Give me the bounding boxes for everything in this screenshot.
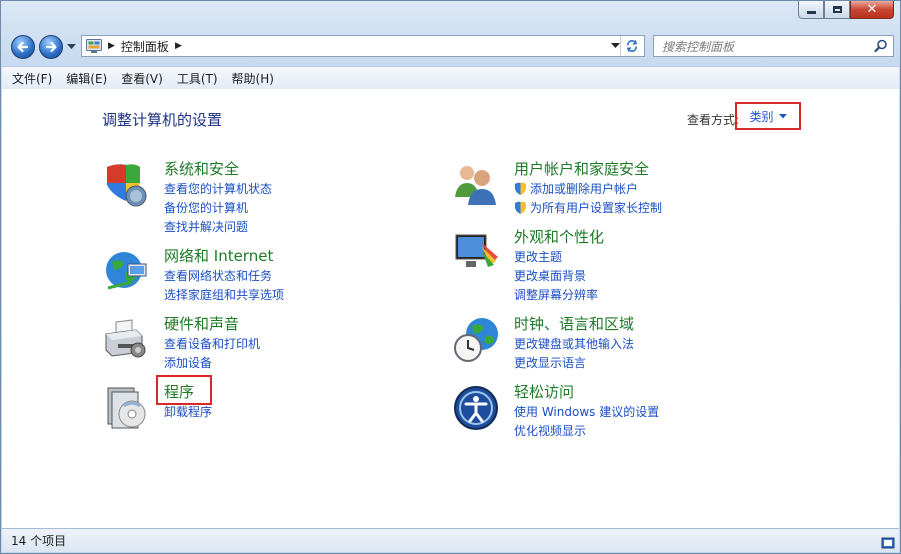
link-backup-computer[interactable]: 备份您的计算机: [164, 199, 272, 218]
refresh-button[interactable]: [620, 36, 643, 56]
users-icon: [455, 166, 496, 205]
category-title-ease-of-access[interactable]: 轻松访问: [514, 381, 574, 402]
recent-pages-dropdown-icon[interactable]: [67, 44, 76, 50]
link-windows-suggested-settings[interactable]: 使用 Windows 建议的设置: [514, 403, 659, 422]
programs-disc-icon: [107, 387, 146, 429]
breadcrumb-control-panel[interactable]: 控制面板: [121, 38, 169, 55]
content-area: 调整计算机的设置 查看方式: 类别 系统和安全 查看您的计算机状态 备份您的计算…: [2, 89, 899, 528]
programs-highlight-box: [156, 375, 212, 405]
item-count: 14 个项目: [11, 534, 67, 548]
link-add-remove-accounts[interactable]: 添加或删除用户帐户: [514, 180, 662, 199]
caption-buttons: ✕: [798, 1, 894, 19]
control-panel-icon: [86, 39, 102, 53]
category-title-hardware-sound[interactable]: 硬件和声音: [164, 313, 239, 334]
link-text: 添加或删除用户帐户: [530, 182, 639, 196]
link-change-theme[interactable]: 更改主题: [514, 248, 598, 267]
address-history-dropdown-icon[interactable]: [611, 43, 620, 49]
search-input[interactable]: [660, 37, 864, 57]
link-add-device[interactable]: 添加设备: [164, 354, 260, 373]
menu-tools[interactable]: 工具(T): [177, 70, 218, 87]
resize-grip-icon[interactable]: [881, 535, 895, 549]
control-panel-window: ✕ ▶ 控制面板 ▶ 搜索控制面板 文件(F) 编辑(E) 查看(V) 工具(T…: [0, 0, 901, 554]
link-uninstall-program[interactable]: 卸载程序: [164, 403, 212, 422]
page-title: 调整计算机的设置: [102, 111, 223, 129]
menu-bar: 文件(F) 编辑(E) 查看(V) 工具(T) 帮助(H): [2, 66, 899, 90]
category-title-user-accounts[interactable]: 用户帐户和家庭安全: [514, 158, 649, 179]
address-bar[interactable]: ▶ 控制面板 ▶: [81, 35, 645, 57]
menu-file[interactable]: 文件(F): [12, 70, 52, 87]
ease-of-access-icon: [454, 386, 498, 430]
minimize-button[interactable]: [798, 1, 824, 19]
breadcrumb-separator-icon[interactable]: ▶: [175, 41, 182, 51]
network-globe-icon: [106, 252, 147, 290]
menu-view[interactable]: 查看(V): [121, 70, 163, 87]
refresh-icon: [626, 40, 638, 52]
link-change-display-language[interactable]: 更改显示语言: [514, 354, 634, 373]
clock-globe-icon: [454, 318, 498, 362]
monitor-palette-icon: [455, 234, 498, 267]
link-text: 为所有用户设置家长控制: [530, 201, 663, 215]
back-arrow-icon: [17, 41, 29, 53]
close-button[interactable]: ✕: [850, 1, 894, 19]
category-title-appearance[interactable]: 外观和个性化: [514, 226, 604, 247]
view-by-value[interactable]: 类别: [749, 108, 773, 125]
search-icon[interactable]: [874, 39, 888, 53]
link-view-computer-status[interactable]: 查看您的计算机状态: [164, 180, 272, 199]
link-change-keyboard[interactable]: 更改键盘或其他输入法: [514, 335, 634, 354]
link-screen-resolution[interactable]: 调整屏幕分辨率: [514, 286, 598, 305]
link-view-network-status[interactable]: 查看网络状态和任务: [164, 267, 284, 286]
close-icon: ✕: [866, 2, 878, 17]
link-parental-controls[interactable]: 为所有用户设置家长控制: [514, 199, 662, 218]
link-change-background[interactable]: 更改桌面背景: [514, 267, 598, 286]
navigation-bar: ▶ 控制面板 ▶: [9, 32, 894, 60]
link-troubleshoot[interactable]: 查找并解决问题: [164, 218, 272, 237]
category-title-network-internet[interactable]: 网络和 Internet: [164, 245, 273, 266]
link-devices-printers[interactable]: 查看设备和打印机: [164, 335, 260, 354]
uac-shield-icon: [515, 182, 526, 195]
forward-arrow-icon: [45, 41, 57, 53]
view-by-dropdown[interactable]: 类别: [735, 102, 801, 130]
breadcrumb-separator-icon[interactable]: ▶: [108, 41, 115, 51]
uac-shield-icon: [515, 201, 526, 214]
search-box[interactable]: [653, 35, 894, 57]
menu-edit[interactable]: 编辑(E): [66, 70, 107, 87]
printer-icon: [105, 319, 146, 358]
status-bar: 14 个项目: [2, 528, 899, 552]
minimize-icon: [806, 11, 816, 14]
menu-help[interactable]: 帮助(H): [232, 70, 274, 87]
maximize-icon: [832, 6, 842, 13]
category-title-clock-language-region[interactable]: 时钟、语言和区域: [514, 313, 634, 334]
view-by-label: 查看方式:: [687, 113, 740, 127]
link-homegroup-sharing[interactable]: 选择家庭组和共享选项: [164, 286, 284, 305]
maximize-button[interactable]: [824, 1, 850, 19]
link-optimize-video[interactable]: 优化视频显示: [514, 422, 659, 441]
forward-button[interactable]: [39, 35, 63, 59]
chevron-down-icon: [778, 113, 787, 118]
shield-globe-icon: [107, 164, 147, 207]
category-title-system-security[interactable]: 系统和安全: [164, 158, 239, 179]
back-button[interactable]: [11, 35, 35, 59]
